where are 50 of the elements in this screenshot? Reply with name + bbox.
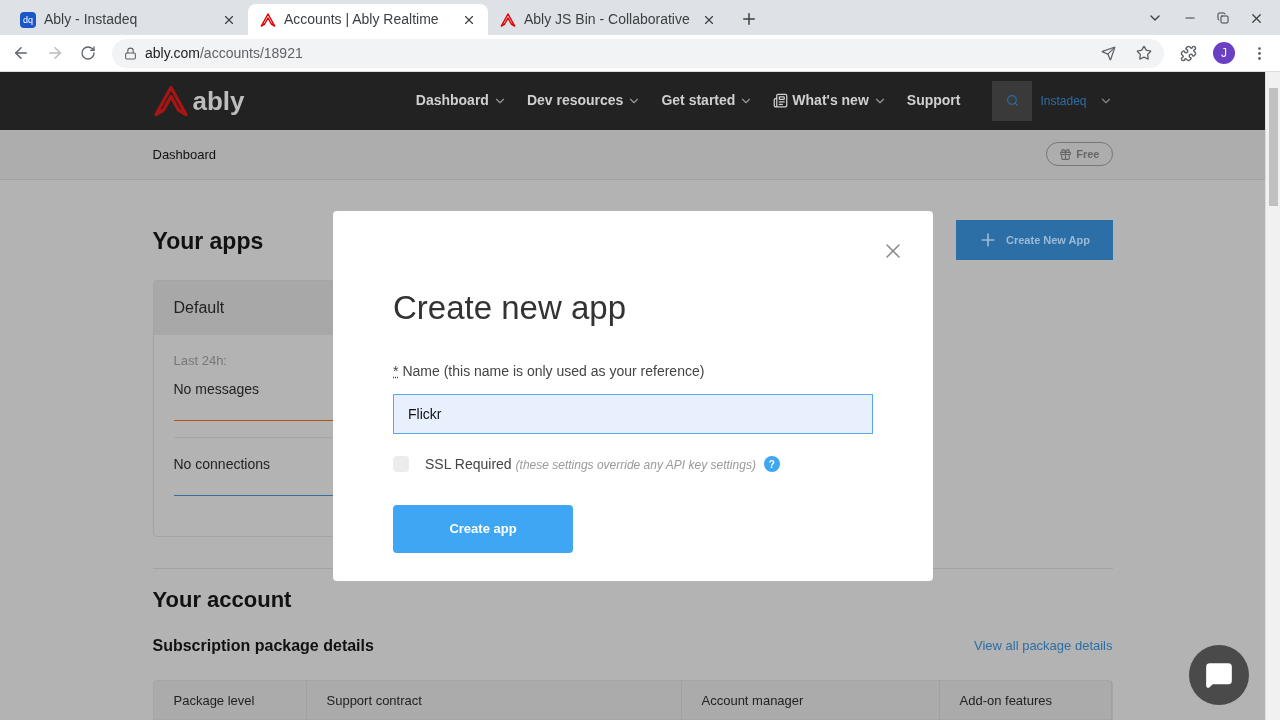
column-header: Account manager	[681, 681, 940, 719]
column-header: Support contract	[306, 681, 682, 719]
stat-text: No connections	[173, 454, 270, 474]
tab-title: Ably JS Bin - Collaborative	[524, 10, 691, 29]
newspaper-icon	[773, 93, 789, 109]
ably-logo-icon	[500, 11, 516, 28]
new-tab-icon[interactable]	[740, 10, 758, 28]
search-icon	[1005, 94, 1019, 108]
address-bar[interactable]: ably.com/accounts/18921	[112, 38, 1164, 68]
app-name[interactable]: Default	[173, 296, 225, 320]
period-label: Last 24h:	[173, 352, 227, 370]
browser-tab[interactable]: dq Ably - Instadeq	[8, 4, 248, 35]
tab-title: Ably - Instadeq	[44, 10, 139, 29]
column-header: Package level	[153, 681, 307, 719]
section-title: Your account	[152, 586, 293, 614]
name-input-field[interactable]: Flickr	[393, 393, 873, 434]
back-icon[interactable]	[12, 44, 30, 62]
breadcrumb[interactable]: Dashboard	[152, 144, 217, 164]
browser-tab[interactable]: Accounts | Ably Realtime	[248, 4, 488, 35]
nav-menu-item[interactable]: Dev resources	[518, 90, 650, 112]
ably-logo-icon	[260, 11, 276, 28]
ably-logo-icon	[152, 84, 189, 117]
section-subtitle: Subscription package details	[152, 636, 374, 656]
browser-tab[interactable]: Ably JS Bin - Collaborative	[488, 4, 728, 35]
tab-title: Accounts | Ably Realtime	[284, 10, 440, 29]
reload-icon[interactable]	[80, 45, 96, 61]
ssl-label: SSL Required (these settings override any API key settings)	[425, 454, 756, 474]
modal-title: Create new app	[393, 288, 627, 328]
nav-menu-item[interactable]: Support	[898, 90, 969, 112]
profile-avatar[interactable]: J	[1213, 42, 1235, 64]
bookmark-star-icon[interactable]	[1136, 45, 1152, 61]
logo-text[interactable]: ably	[192, 87, 245, 114]
nav-menu-item[interactable]: Dashboard	[407, 90, 515, 112]
restore-icon[interactable]	[1217, 12, 1229, 24]
stat-text: No messages	[173, 379, 260, 399]
required-mark: *	[393, 361, 399, 381]
lock-icon	[124, 46, 137, 60]
nav-menu-item[interactable]: Get started	[653, 90, 762, 112]
scrollbar[interactable]	[1265, 72, 1280, 720]
chat-button[interactable]	[1189, 645, 1249, 705]
chat-icon	[1205, 661, 1233, 689]
nav-menu-item[interactable]: What's new	[765, 90, 895, 112]
column-header: Add-on features	[939, 681, 1112, 719]
gift-icon	[1059, 147, 1073, 161]
field-label: Name (this name is only used as your reference)	[402, 361, 705, 381]
section-title: Your apps	[152, 227, 264, 256]
extensions-icon[interactable]	[1180, 44, 1197, 62]
send-icon[interactable]	[1101, 45, 1116, 61]
favicon: dq	[20, 11, 36, 28]
url-text: ably.com/accounts/18921	[145, 43, 304, 63]
